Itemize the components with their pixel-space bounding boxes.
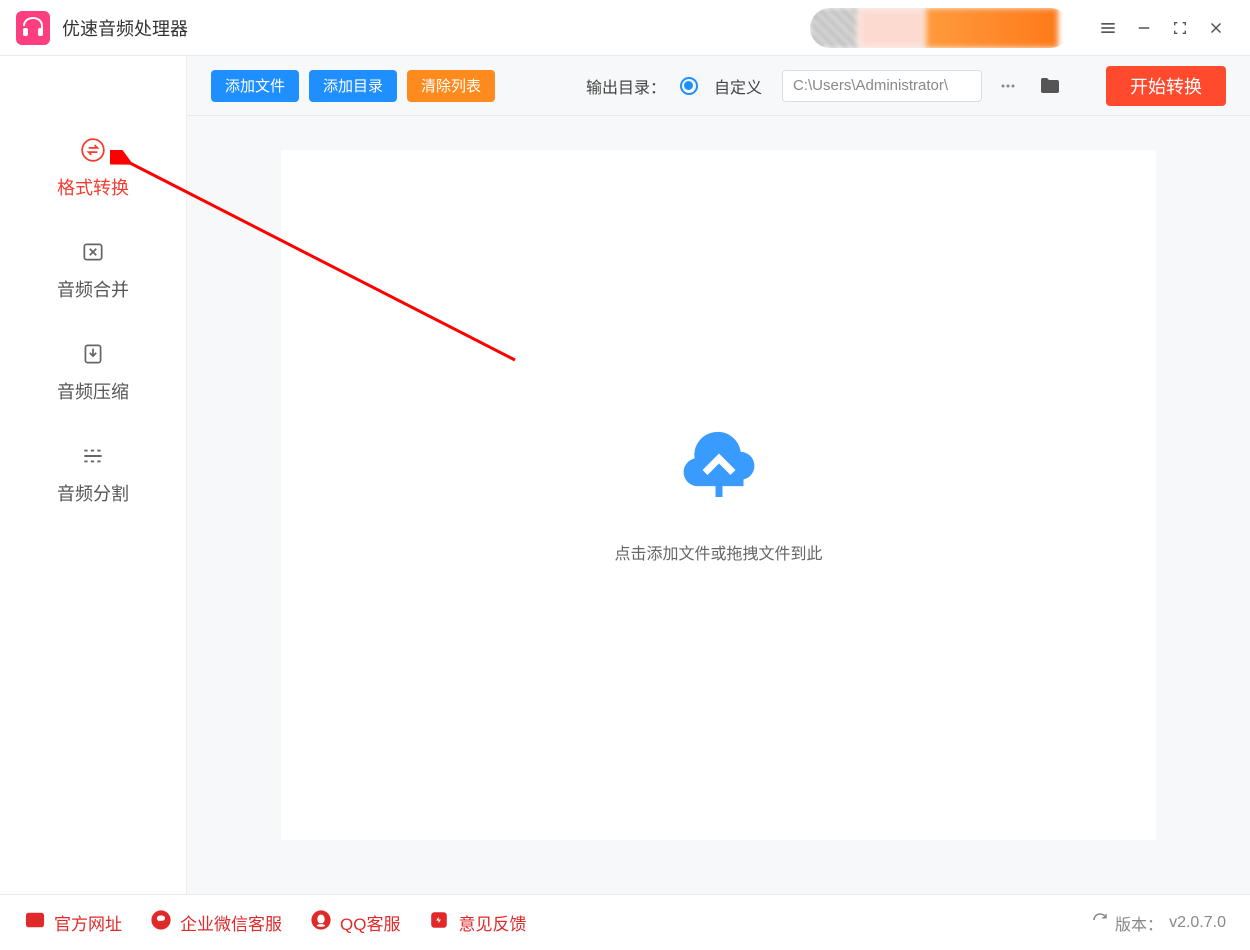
svg-text:.com: .com [27, 917, 43, 926]
drop-zone[interactable]: 点击添加文件或拖拽文件到此 [281, 150, 1156, 840]
split-icon [79, 442, 107, 470]
maximize-icon[interactable] [1162, 10, 1198, 46]
merge-icon [79, 238, 107, 266]
footer-link-website[interactable]: .com 官方网址 [24, 909, 122, 936]
qq-icon [310, 909, 332, 936]
minimize-icon[interactable] [1126, 10, 1162, 46]
sidebar-item-audio-compress[interactable]: 音频压缩 [57, 340, 129, 404]
version-info[interactable]: 版本： v2.0.7.0 [1091, 911, 1226, 935]
browse-path-button[interactable] [992, 70, 1024, 102]
wechat-icon [150, 909, 172, 936]
footer-link-wechat-support[interactable]: 企业微信客服 [150, 909, 282, 936]
version-number: v2.0.7.0 [1169, 914, 1226, 932]
user-badge[interactable] [810, 8, 1070, 48]
sidebar-item-format-convert[interactable]: 格式转换 [57, 136, 129, 200]
add-directory-button[interactable]: 添加目录 [309, 70, 397, 102]
menu-icon[interactable] [1090, 10, 1126, 46]
close-icon[interactable] [1198, 10, 1234, 46]
footer: .com 官方网址 企业微信客服 QQ客服 意见反馈 版本： v2.0.7.0 [0, 894, 1250, 950]
app-title: 优速音频处理器 [62, 15, 188, 41]
footer-link-feedback[interactable]: 意见反馈 [428, 909, 526, 936]
sidebar-item-audio-split[interactable]: 音频分割 [57, 442, 129, 506]
add-file-button[interactable]: 添加文件 [211, 70, 299, 102]
app-logo-icon [16, 11, 50, 45]
clear-list-button[interactable]: 清除列表 [407, 70, 495, 102]
sidebar-item-audio-merge[interactable]: 音频合并 [57, 238, 129, 302]
start-convert-button[interactable]: 开始转换 [1106, 66, 1226, 106]
cloud-upload-icon [677, 427, 761, 516]
sidebar-item-label: 音频分割 [57, 480, 129, 506]
open-folder-icon[interactable] [1034, 70, 1066, 102]
website-icon: .com [24, 909, 46, 936]
footer-link-label: 企业微信客服 [180, 910, 282, 935]
sidebar-item-label: 格式转换 [57, 174, 129, 200]
compress-icon [79, 340, 107, 368]
footer-link-label: 官方网址 [54, 910, 122, 935]
main-area: 格式转换 音频合并 音频压缩 [0, 56, 1250, 894]
footer-link-qq-support[interactable]: QQ客服 [310, 909, 400, 936]
refresh-icon [1091, 911, 1109, 934]
footer-link-label: QQ客服 [340, 910, 400, 935]
sidebar-item-label: 音频合并 [57, 276, 129, 302]
sidebar: 格式转换 音频合并 音频压缩 [0, 56, 186, 894]
content-area: 添加文件 添加目录 清除列表 输出目录： 自定义 开始转换 [186, 56, 1250, 894]
custom-radio[interactable] [680, 77, 698, 95]
convert-icon [79, 136, 107, 164]
sidebar-item-label: 音频压缩 [57, 378, 129, 404]
feedback-icon [428, 909, 450, 936]
version-prefix: 版本： [1115, 911, 1163, 935]
output-dir-label: 输出目录： [586, 74, 666, 98]
custom-radio-label: 自定义 [714, 74, 762, 98]
output-path-input[interactable] [782, 70, 982, 102]
toolbar: 添加文件 添加目录 清除列表 输出目录： 自定义 开始转换 [187, 56, 1250, 116]
drop-hint-text: 点击添加文件或拖拽文件到此 [614, 540, 822, 564]
footer-link-label: 意见反馈 [458, 910, 526, 935]
title-bar: 优速音频处理器 [0, 0, 1250, 56]
